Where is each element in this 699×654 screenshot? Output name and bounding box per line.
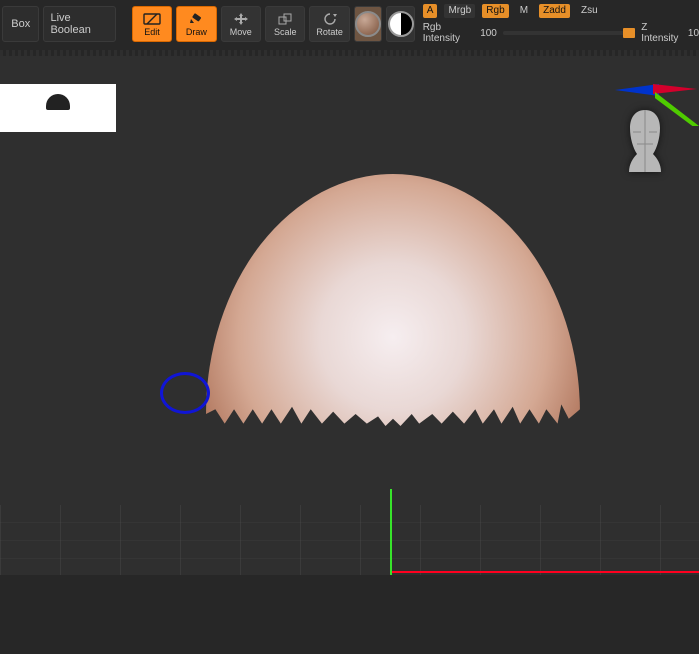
material-slot[interactable]: [354, 6, 382, 42]
orientation-head-icon: [623, 108, 667, 174]
axis-arrow-blue-icon: [615, 84, 659, 96]
scale-label: Scale: [274, 27, 297, 37]
subtool-thumbnail[interactable]: [0, 84, 116, 132]
chip-rgb[interactable]: Rgb: [482, 4, 508, 18]
z-intensity-label: Z Intensity: [641, 22, 682, 44]
edit-label: Edit: [144, 27, 160, 37]
material-variant-slot[interactable]: [386, 6, 414, 42]
move-label: Move: [230, 27, 252, 37]
axis-x: [392, 571, 699, 573]
floor-grid: [0, 489, 699, 575]
viewport[interactable]: [0, 56, 699, 575]
bw-sphere-icon: [388, 11, 414, 37]
rotate-label: Rotate: [316, 27, 343, 37]
scale-icon: [275, 12, 295, 26]
chip-a[interactable]: A: [423, 4, 438, 18]
brush-cursor: [160, 372, 210, 414]
edit-icon: [142, 12, 162, 26]
rgb-intensity-label: Rgb Intensity: [423, 22, 474, 44]
rgb-intensity-slider[interactable]: [503, 31, 635, 35]
move-icon: [231, 12, 251, 26]
edit-button[interactable]: Edit: [132, 6, 172, 42]
rotate-icon: [320, 12, 340, 26]
top-toolbar: Box Live Boolean Edit Draw Move Scale Ro…: [0, 0, 699, 50]
orientation-gizmo[interactable]: [605, 78, 695, 188]
rgb-intensity-value: 100: [480, 28, 497, 39]
box-button[interactable]: Box: [2, 6, 39, 42]
rotate-button[interactable]: Rotate: [309, 6, 350, 42]
chip-mrgb[interactable]: Mrgb: [444, 4, 475, 18]
axis-arrow-red-icon: [653, 84, 697, 94]
live-boolean-button[interactable]: Live Boolean: [43, 6, 116, 42]
paint-controls: A Mrgb Rgb M Zadd Zsu Rgb Intensity 100 …: [423, 4, 699, 44]
scale-button[interactable]: Scale: [265, 6, 305, 42]
draw-button[interactable]: Draw: [176, 6, 216, 42]
axis-y: [390, 489, 392, 575]
draw-icon: [186, 12, 206, 26]
dome-surface: [206, 174, 580, 654]
chip-zsu[interactable]: Zsu: [577, 4, 602, 18]
z-intensity-value: 10: [688, 28, 699, 39]
sculpt-mesh[interactable]: [206, 174, 580, 436]
draw-label: Draw: [186, 27, 207, 37]
chip-zadd[interactable]: Zadd: [539, 4, 570, 18]
slider-handle-icon: [623, 28, 635, 38]
chip-m[interactable]: M: [516, 4, 532, 18]
move-button[interactable]: Move: [221, 6, 261, 42]
grid-lines: [0, 505, 699, 575]
thumbnail-silhouette-icon: [46, 94, 70, 110]
material-sphere-icon: [355, 11, 381, 37]
